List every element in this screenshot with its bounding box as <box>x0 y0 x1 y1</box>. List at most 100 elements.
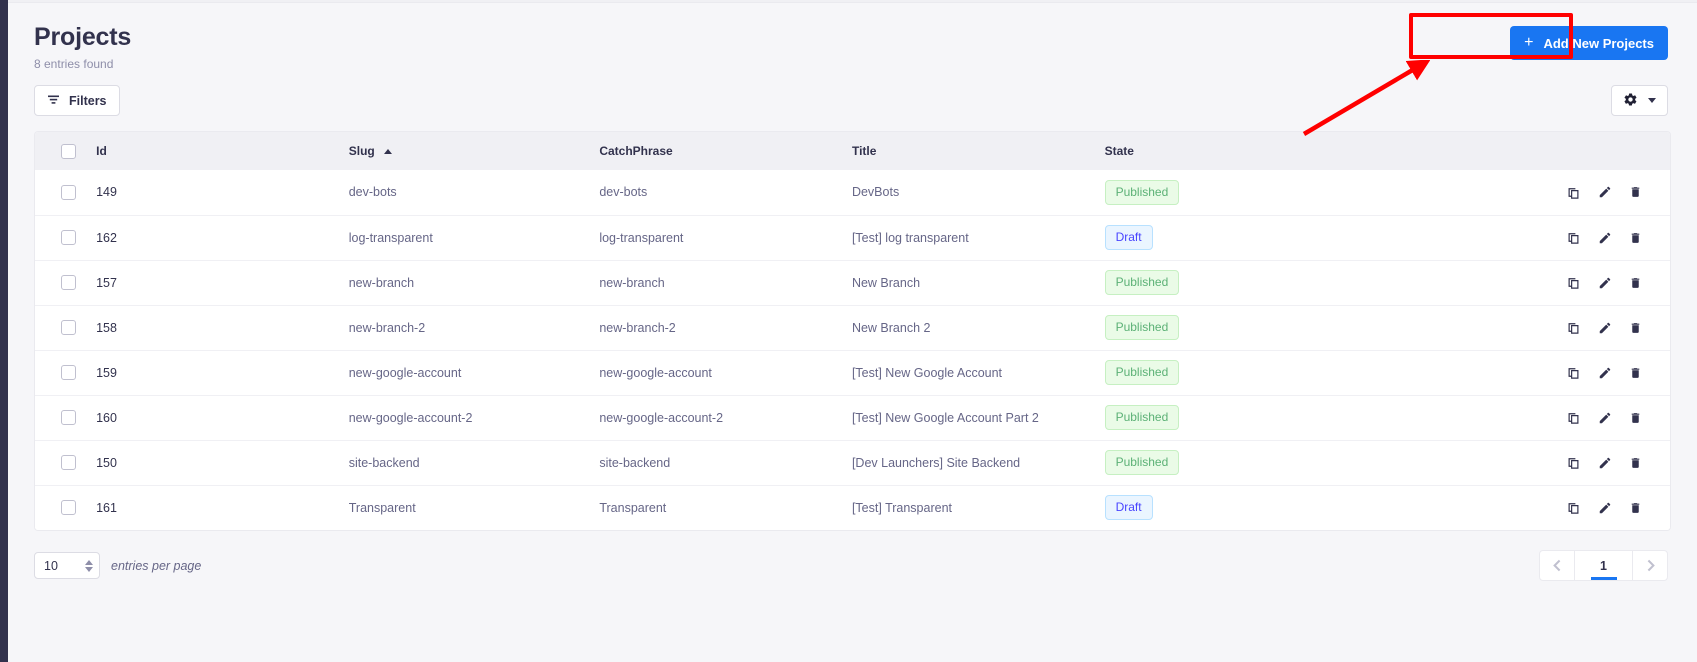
chevron-right-icon <box>1647 559 1655 572</box>
cell-title: [Test] log transparent <box>851 230 969 245</box>
cell-title: [Test] Transparent <box>851 500 953 515</box>
table-row[interactable]: 157 new-branch new-branch New Branch Publish… <box>35 260 1670 305</box>
delete-trash-icon[interactable] <box>1627 364 1644 381</box>
stepper-arrows-icon[interactable] <box>85 559 93 572</box>
delete-trash-icon[interactable] <box>1627 274 1644 291</box>
table-footer: 10 entries per page 1 <box>8 531 1697 581</box>
table-row[interactable]: 150 site-backend site-backend [Dev Launcher… <box>35 440 1670 485</box>
cell-catchphrase: new-branch <box>599 275 665 290</box>
status-badge: Published <box>1104 179 1180 205</box>
cell-id: 162 <box>96 230 117 245</box>
plus-icon: + <box>1524 34 1534 51</box>
delete-trash-icon[interactable] <box>1627 409 1644 426</box>
pagination-previous-button[interactable] <box>1540 551 1574 580</box>
table-row[interactable]: 161 Transparent Transparent [Test] Transpar… <box>35 485 1670 530</box>
column-header-slug[interactable]: Slug <box>349 132 600 170</box>
duplicate-icon[interactable] <box>1565 274 1582 291</box>
duplicate-icon[interactable] <box>1565 229 1582 246</box>
cell-state: Published <box>1104 305 1492 350</box>
duplicate-icon[interactable] <box>1565 184 1582 201</box>
cell-slug: Transparent <box>348 500 416 515</box>
duplicate-icon[interactable] <box>1565 454 1582 471</box>
select-all-header <box>35 132 96 170</box>
edit-pencil-icon[interactable] <box>1596 319 1613 336</box>
delete-trash-icon[interactable] <box>1627 499 1644 516</box>
pagination-page-label: 1 <box>1600 558 1607 573</box>
add-new-projects-button[interactable]: + Add New Projects <box>1510 26 1668 60</box>
cell-catchphrase: site-backend <box>599 455 671 470</box>
cell-state: Draft <box>1104 485 1492 530</box>
duplicate-icon[interactable] <box>1565 319 1582 336</box>
edit-pencil-icon[interactable] <box>1596 499 1613 516</box>
column-label-catchphrase: CatchPhrase <box>599 144 673 158</box>
cell-state: Published <box>1104 170 1492 215</box>
table-row[interactable]: 149 dev-bots dev-bots DevBots Published <box>35 170 1670 215</box>
cell-id: 159 <box>96 365 117 380</box>
table-row[interactable]: 162 log-transparent log-transparent [Test] … <box>35 215 1670 260</box>
entries-per-page-stepper[interactable]: 10 <box>34 552 100 579</box>
select-all-checkbox[interactable] <box>61 143 76 159</box>
table-settings-button[interactable] <box>1611 85 1668 116</box>
duplicate-icon[interactable] <box>1565 499 1582 516</box>
column-label-state: State <box>1104 144 1134 158</box>
delete-trash-icon[interactable] <box>1627 229 1644 246</box>
row-checkbox[interactable] <box>61 455 76 471</box>
row-checkbox[interactable] <box>61 275 76 291</box>
filters-button[interactable]: Filters <box>34 85 120 116</box>
cell-title: New Branch 2 <box>851 320 931 335</box>
table-body: 149 dev-bots dev-bots DevBots Published 162 lo… <box>35 170 1670 530</box>
column-label-id: Id <box>96 144 107 158</box>
top-divider <box>8 0 1697 3</box>
main-content: Projects 8 entries found + Add New Proje… <box>8 4 1697 662</box>
duplicate-icon[interactable] <box>1565 409 1582 426</box>
cell-id: 161 <box>96 500 117 515</box>
column-header-id[interactable]: Id <box>96 132 349 170</box>
edit-pencil-icon[interactable] <box>1596 409 1613 426</box>
cell-id: 149 <box>96 185 117 200</box>
edit-pencil-icon[interactable] <box>1596 274 1613 291</box>
row-checkbox[interactable] <box>61 320 76 336</box>
column-header-state[interactable]: State <box>1105 132 1492 170</box>
delete-trash-icon[interactable] <box>1627 184 1644 201</box>
cell-slug: dev-bots <box>348 185 397 200</box>
caret-down-icon <box>85 566 93 572</box>
sidebar-edge <box>0 0 8 662</box>
table-row[interactable]: 159 new-google-account new-google-account [… <box>35 350 1670 395</box>
table-head: Id Slug CatchPhrase Title State <box>35 132 1670 170</box>
gear-icon <box>1623 92 1638 110</box>
status-badge: Published <box>1104 270 1180 295</box>
pagination-next-button[interactable] <box>1633 551 1667 580</box>
row-checkbox[interactable] <box>61 410 76 426</box>
column-header-catchphrase[interactable]: CatchPhrase <box>599 132 852 170</box>
entries-count-label: 8 entries found <box>34 57 114 71</box>
row-checkbox[interactable] <box>61 184 76 200</box>
edit-pencil-icon[interactable] <box>1596 454 1613 471</box>
edit-pencil-icon[interactable] <box>1596 184 1613 201</box>
duplicate-icon[interactable] <box>1565 364 1582 381</box>
row-checkbox[interactable] <box>61 500 76 516</box>
row-checkbox[interactable] <box>61 365 76 381</box>
chevron-down-icon <box>1648 98 1656 103</box>
delete-trash-icon[interactable] <box>1627 454 1644 471</box>
delete-trash-icon[interactable] <box>1627 319 1644 336</box>
entries-per-page-label: entries per page <box>111 558 202 573</box>
table-row[interactable]: 158 new-branch-2 new-branch-2 New Branch 2 P… <box>35 305 1670 350</box>
page-title: Projects <box>34 23 132 51</box>
pagination-page-1[interactable]: 1 <box>1575 551 1632 580</box>
cell-catchphrase: log-transparent <box>599 230 684 245</box>
table-row[interactable]: 160 new-google-account-2 new-google-accoun… <box>35 395 1670 440</box>
column-header-title[interactable]: Title <box>852 132 1105 170</box>
cell-slug: new-google-account <box>348 365 462 380</box>
filter-icon <box>47 93 60 109</box>
status-badge: Published <box>1104 315 1180 340</box>
page-header: Projects 8 entries found + Add New Proje… <box>8 4 1697 72</box>
cell-id: 157 <box>96 275 117 290</box>
edit-pencil-icon[interactable] <box>1596 364 1613 381</box>
edit-pencil-icon[interactable] <box>1596 229 1613 246</box>
cell-slug: new-branch <box>348 275 415 290</box>
row-checkbox[interactable] <box>61 230 76 246</box>
cell-catchphrase: new-google-account-2 <box>599 410 724 425</box>
cell-id: 160 <box>96 410 117 425</box>
cell-slug: new-branch-2 <box>348 320 426 335</box>
cell-catchphrase: new-google-account <box>599 365 712 380</box>
